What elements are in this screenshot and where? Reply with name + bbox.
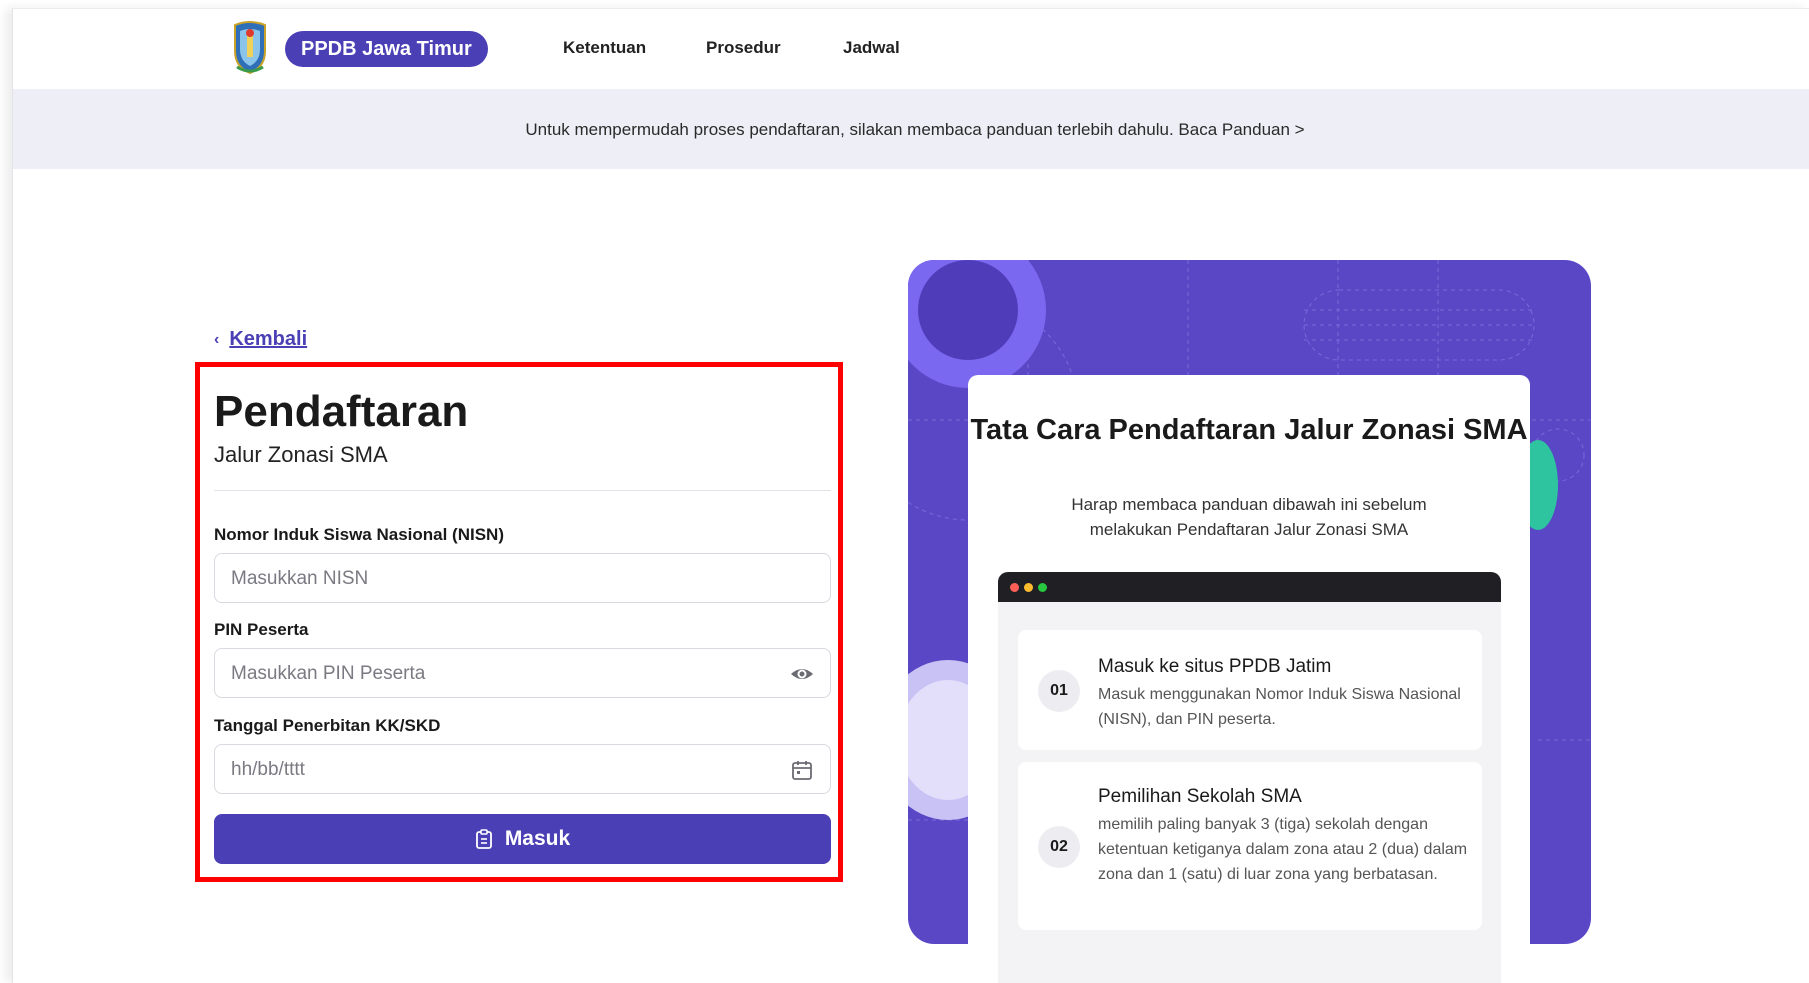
window-titlebar: [998, 572, 1501, 602]
pin-placeholder: Masukkan PIN Peserta: [231, 663, 426, 684]
eye-icon[interactable]: [790, 662, 814, 686]
minimize-dot-icon: [1024, 583, 1033, 592]
pin-input[interactable]: Masukkan PIN Peserta: [214, 648, 831, 698]
step-number: 01: [1038, 670, 1080, 712]
calendar-icon[interactable]: [790, 758, 814, 782]
jawa-timur-emblem-logo[interactable]: [229, 21, 271, 75]
back-link[interactable]: ‹ Kembali: [214, 328, 307, 351]
pin-label: PIN Peserta: [214, 620, 309, 639]
nisn-label: Nomor Induk Siswa Nasional (NISN): [214, 525, 504, 544]
guide-step: 01 Masuk ke situs PPDB Jatim Masuk mengg…: [1018, 630, 1482, 750]
nisn-placeholder: Masukkan NISN: [231, 568, 369, 589]
top-header: PPDB Jawa Timur Ketentuan Prosedur Jadwa…: [13, 9, 1809, 89]
date-placeholder: hh/bb/tttt: [231, 759, 305, 780]
guide-description: Harap membaca panduan dibawah ini sebelu…: [1071, 495, 1427, 539]
step-title: Masuk ke situs PPDB Jatim: [1098, 656, 1332, 677]
close-dot-icon: [1010, 583, 1019, 592]
masuk-button[interactable]: Masuk: [214, 814, 831, 864]
brand-pill[interactable]: PPDB Jawa Timur: [285, 31, 488, 67]
step-number: 02: [1038, 826, 1080, 868]
step-body: Masuk menggunakan Nomor Induk Siswa Nasi…: [1098, 686, 1461, 728]
page-title: Pendaftaran: [214, 387, 469, 436]
chevron-left-icon: ‹: [214, 330, 220, 348]
divider: [214, 490, 831, 491]
guide-step: 02 Pemilihan Sekolah SMA memilih paling …: [1018, 762, 1482, 930]
guide-title: Tata Cara Pendaftaran Jalur Zonasi SMA: [970, 414, 1528, 446]
nisn-input[interactable]: Masukkan NISN: [214, 553, 831, 603]
date-label: Tanggal Penerbitan KK/SKD: [214, 716, 441, 735]
nav-prosedur[interactable]: Prosedur: [706, 38, 781, 58]
nav-jadwal[interactable]: Jadwal: [843, 38, 900, 58]
masuk-button-label: Masuk: [504, 827, 571, 850]
info-banner: Untuk mempermudah proses pendaftaran, si…: [13, 89, 1809, 169]
page-subtitle: Jalur Zonasi SMA: [214, 442, 388, 467]
clipboard-icon: [475, 829, 492, 849]
date-input[interactable]: hh/bb/tttt: [214, 744, 831, 794]
step-title: Pemilihan Sekolah SMA: [1098, 786, 1302, 807]
banner-text[interactable]: Untuk mempermudah proses pendaftaran, si…: [13, 120, 1809, 140]
step-body: memilih paling banyak 3 (tiga) sekolah d…: [1098, 816, 1468, 883]
maximize-dot-icon: [1038, 583, 1047, 592]
nav-ketentuan[interactable]: Ketentuan: [563, 38, 646, 58]
back-label: Kembali: [229, 328, 308, 350]
